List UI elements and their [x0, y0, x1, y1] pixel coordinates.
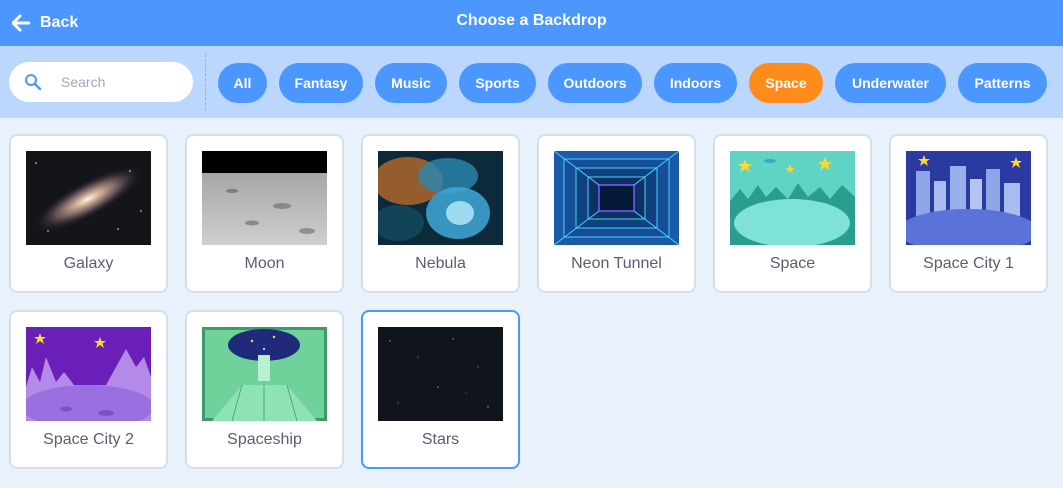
backdrop-card-nebula[interactable]: Nebula [361, 134, 520, 293]
search-box[interactable] [9, 62, 193, 102]
backdrop-card-space-city-2[interactable]: Space City 2 [9, 310, 168, 469]
search-icon [25, 74, 42, 91]
back-label: Back [40, 14, 79, 31]
backdrop-card-stars[interactable]: Stars [361, 310, 520, 469]
tag-music[interactable]: Music [375, 63, 447, 103]
tag-space[interactable]: Space [749, 63, 823, 103]
backdrop-card-neon-tunnel[interactable]: Neon Tunnel [537, 134, 696, 293]
backdrop-name: Nebula [415, 255, 466, 272]
backdrop-thumbnail-space-city-1 [906, 151, 1031, 245]
backdrop-card-spaceship[interactable]: Spaceship [185, 310, 344, 469]
backdrop-name: Moon [244, 255, 285, 272]
backdrop-card-moon[interactable]: Moon [185, 134, 344, 293]
backdrop-name: Space City 1 [923, 255, 1014, 272]
tag-fantasy[interactable]: Fantasy [279, 63, 363, 103]
backdrop-thumbnail-space-city-2 [26, 327, 151, 421]
backdrop-card-galaxy[interactable]: Galaxy [9, 134, 168, 293]
backdrop-thumbnail-stars [378, 327, 503, 421]
backdrop-name: Galaxy [63, 255, 114, 272]
tag-sports[interactable]: Sports [459, 63, 536, 103]
search-input[interactable] [61, 62, 186, 102]
tag-patterns[interactable]: Patterns [958, 63, 1047, 103]
backdrop-thumbnail-neon-tunnel [554, 151, 679, 245]
tag-all[interactable]: All [218, 63, 267, 103]
filter-bar: All Fantasy Music Sports Outdoors Indoor… [0, 46, 1063, 118]
backdrop-name: Stars [421, 431, 460, 448]
backdrop-name: Neon Tunnel [571, 255, 662, 272]
back-arrow-icon [12, 14, 30, 32]
backdrop-card-space-city-1[interactable]: Space City 1 [889, 134, 1048, 293]
backdrop-name: Space [769, 255, 816, 272]
backdrop-thumbnail-spaceship [202, 327, 327, 421]
modal-header: Back Choose a Backdrop [0, 0, 1063, 46]
backdrop-thumbnail-nebula [378, 151, 503, 245]
backdrop-thumbnail-galaxy [26, 151, 151, 245]
backdrop-card-space[interactable]: Space [713, 134, 872, 293]
backdrop-name: Space City 2 [43, 431, 134, 448]
tag-outdoors[interactable]: Outdoors [548, 63, 642, 103]
tag-underwater[interactable]: Underwater [835, 63, 946, 103]
page-title: Choose a Backdrop [456, 12, 607, 29]
backdrop-thumbnail-moon [202, 151, 327, 245]
back-button[interactable]: Back [12, 0, 78, 46]
filter-divider [205, 54, 206, 110]
backdrop-thumbnail-space [730, 151, 855, 245]
backdrop-name: Spaceship [227, 431, 302, 448]
tag-indoors[interactable]: Indoors [654, 63, 737, 103]
